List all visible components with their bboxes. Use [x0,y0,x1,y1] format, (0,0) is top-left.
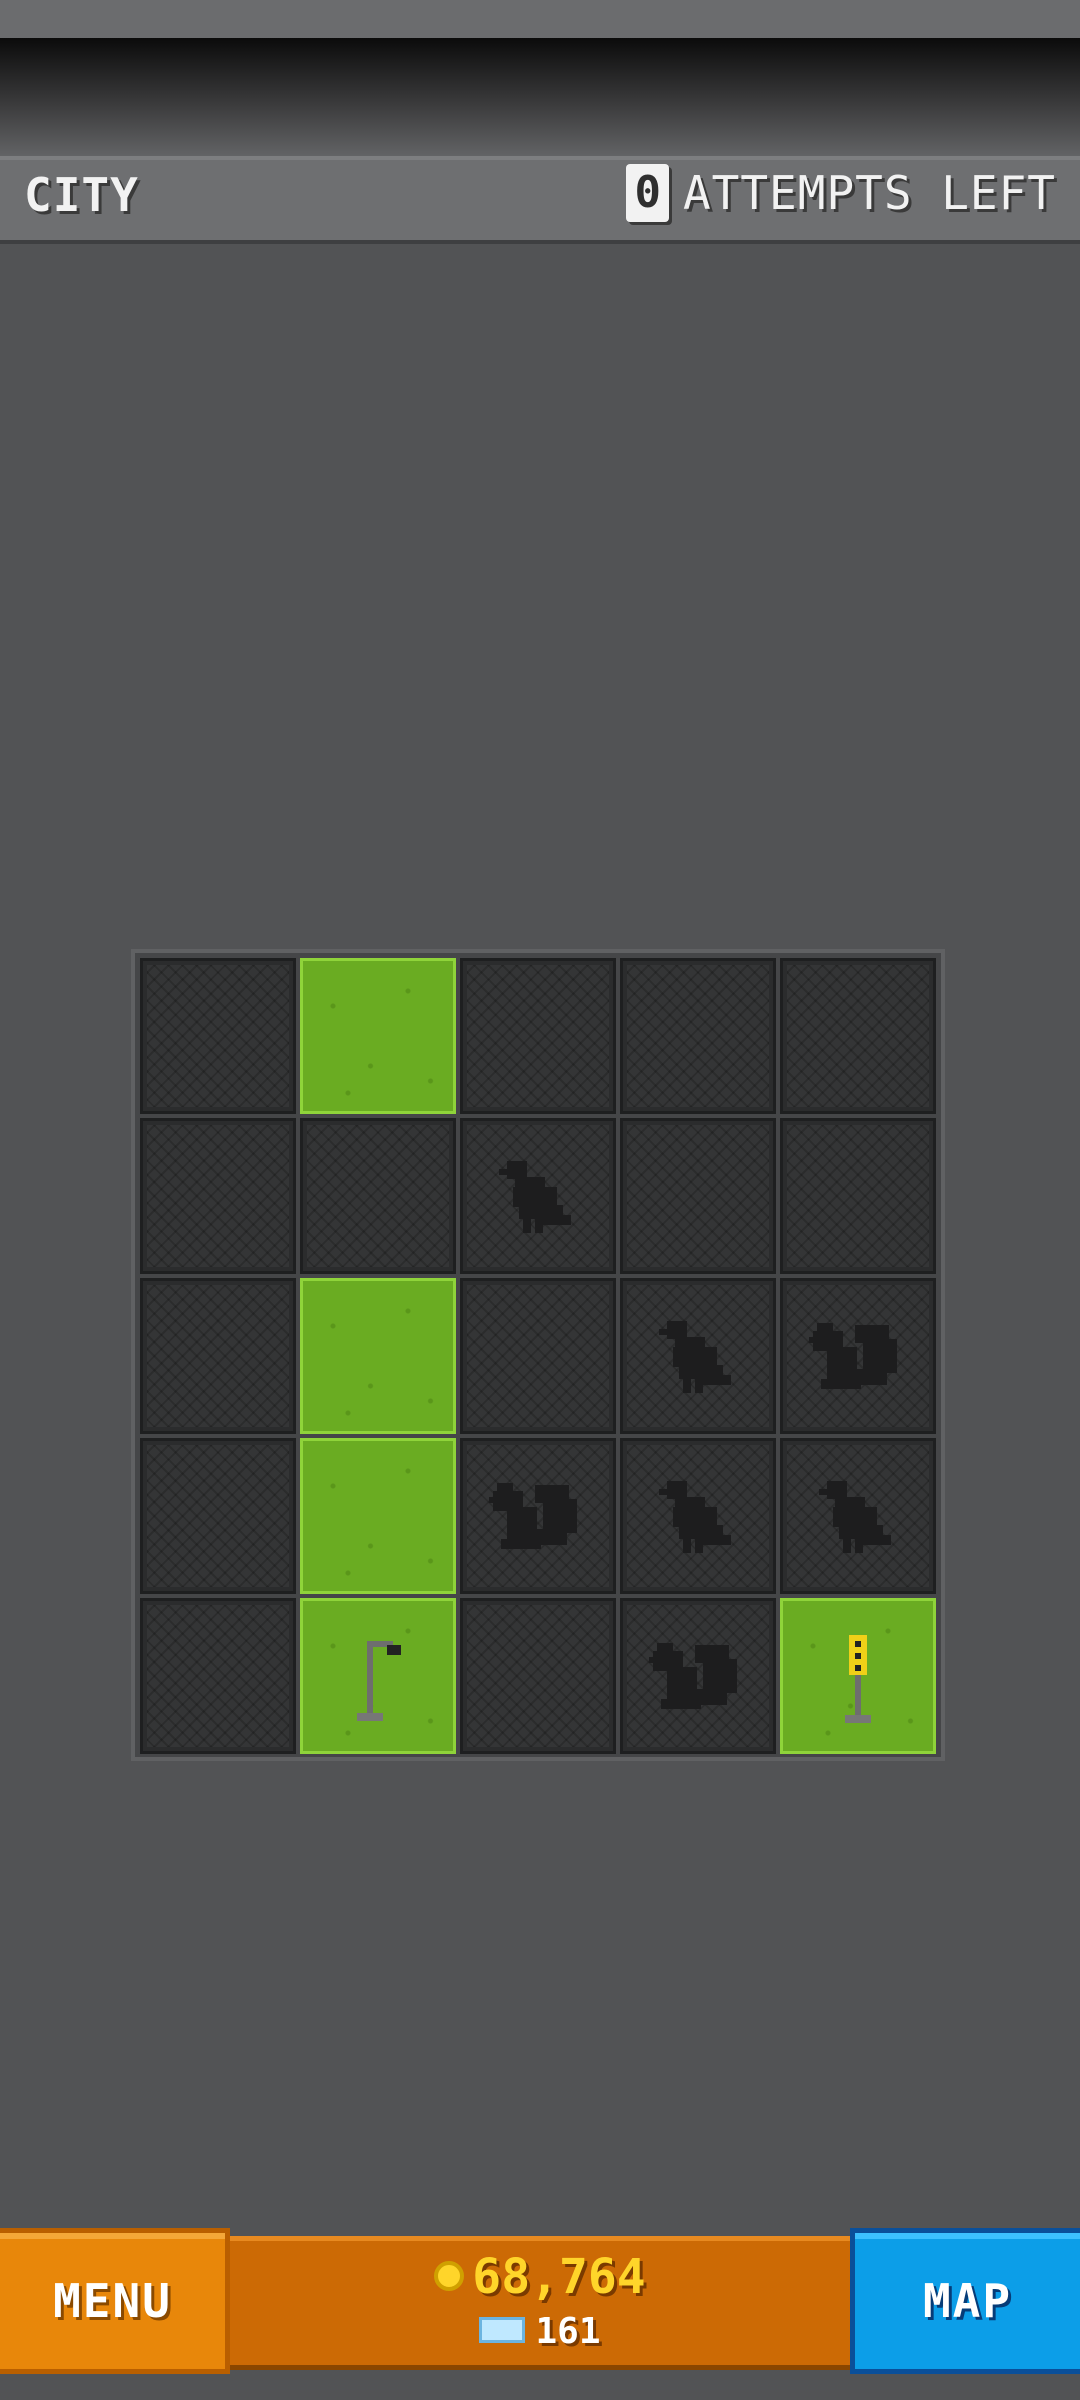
ticket-balance: 161 [230,2311,850,2352]
board-tile-unrevealed[interactable] [140,958,296,1114]
bottom-bar: MENU 68,764 161 MAP [0,2228,1080,2374]
board-tile-unrevealed[interactable] [460,1598,616,1754]
board-tile-unrevealed[interactable] [460,1118,616,1274]
board-tile-grass[interactable] [300,1278,456,1434]
menu-button[interactable]: MENU [0,2228,230,2374]
board-tile-unrevealed[interactable] [620,1598,776,1754]
board-tile-grass[interactable] [300,1438,456,1594]
ticket-icon [479,2317,526,2343]
board-tile-unrevealed[interactable] [460,1278,616,1434]
game-board [131,949,945,1761]
coin-icon [434,2261,465,2291]
board-tile-unrevealed[interactable] [620,1438,776,1594]
board-tile-unrevealed[interactable] [780,1118,936,1274]
board-tile-unrevealed[interactable] [460,1438,616,1594]
attempts-count: 0 [626,164,669,222]
attempts-indicator: 0 ATTEMPTS LEFT [626,164,1056,222]
board-tile-unrevealed[interactable] [140,1278,296,1434]
board-tile-grass[interactable] [780,1598,936,1754]
board-tile-unrevealed[interactable] [620,958,776,1114]
board-tile-grass[interactable] [300,1598,456,1754]
board-tile-unrevealed[interactable] [780,958,936,1114]
level-title: CITY [24,168,139,222]
board-tile-unrevealed[interactable] [140,1118,296,1274]
map-button[interactable]: MAP [850,2228,1080,2374]
currency-panel: 68,764 161 [230,2236,850,2370]
board-tile-unrevealed[interactable] [300,1118,456,1274]
ticket-amount: 161 [535,2311,601,2352]
board-tile-unrevealed[interactable] [780,1438,936,1594]
top-shade [0,38,1080,156]
board-tile-grass[interactable] [300,958,456,1114]
board-tile-unrevealed[interactable] [460,958,616,1114]
board-tile-unrevealed[interactable] [140,1438,296,1594]
board-tile-unrevealed[interactable] [140,1598,296,1754]
board-tile-unrevealed[interactable] [620,1118,776,1274]
board-tile-unrevealed[interactable] [780,1278,936,1434]
coin-balance: 68,764 [230,2249,850,2305]
coin-amount: 68,764 [472,2249,646,2305]
attempts-label: ATTEMPTS LEFT [682,166,1056,220]
status-bar [0,0,1080,38]
board-tile-unrevealed[interactable] [620,1278,776,1434]
level-header: CITY 0 ATTEMPTS LEFT [0,156,1080,244]
